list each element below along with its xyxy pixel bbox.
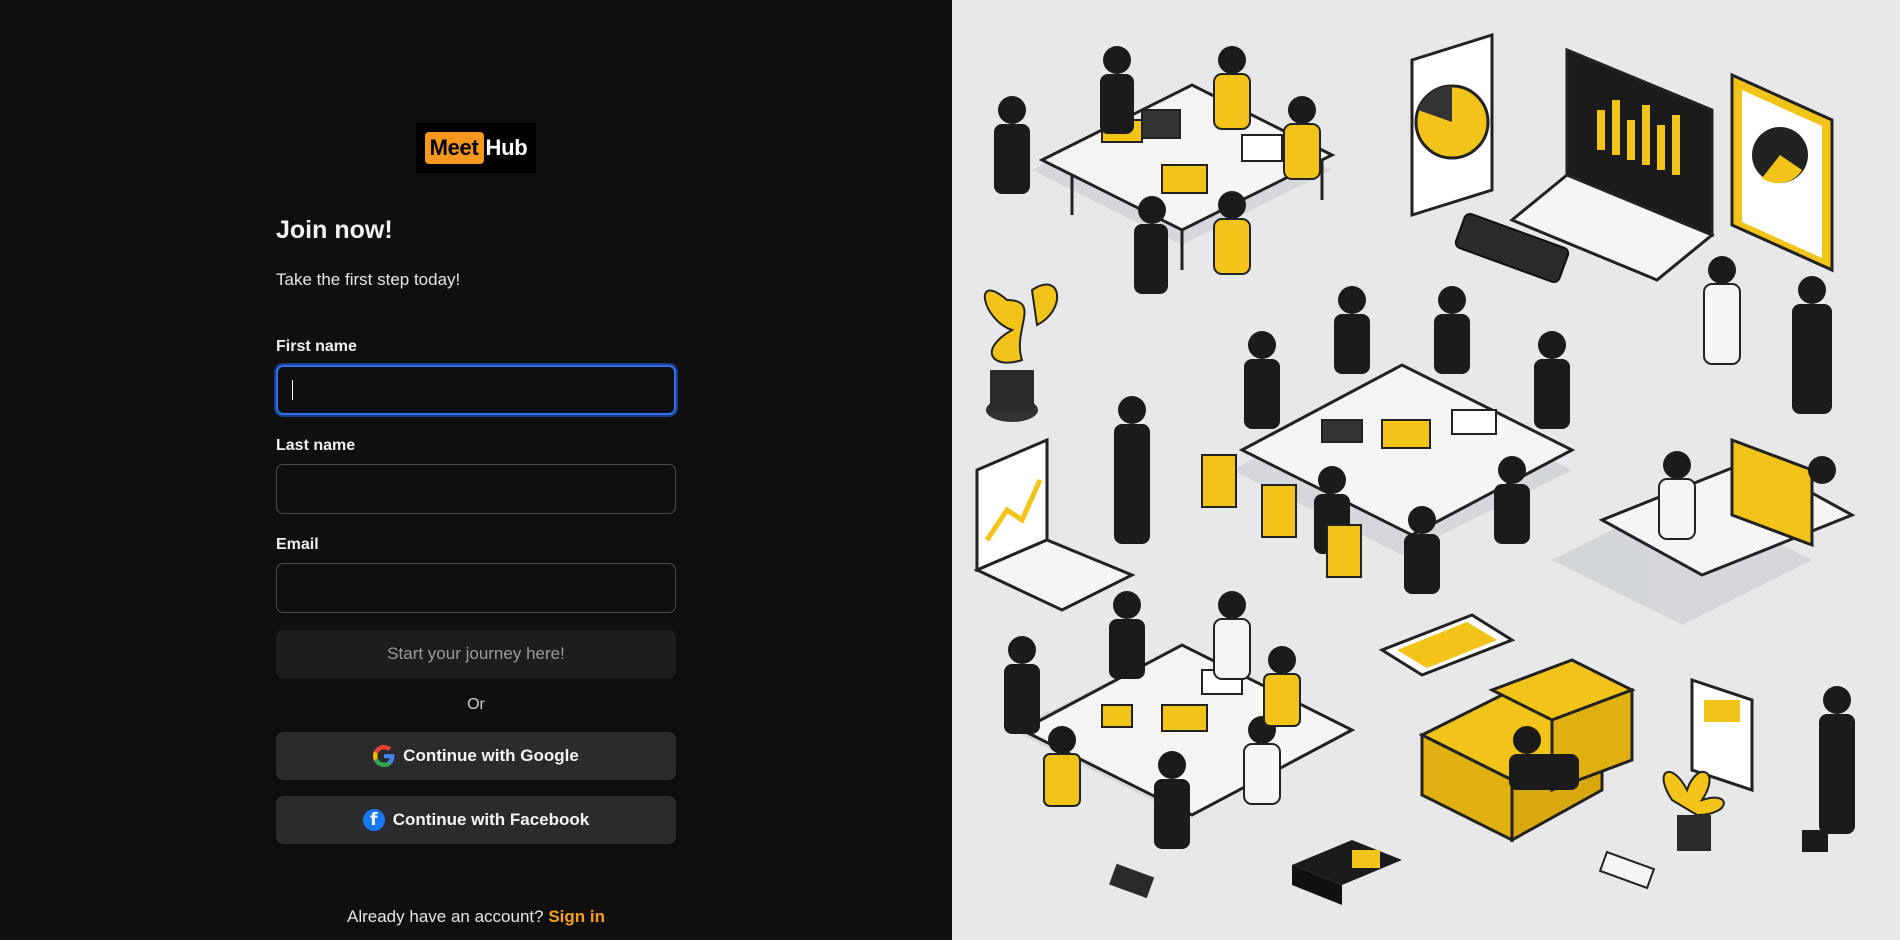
or-divider: Or: [467, 696, 485, 713]
first-name-wrap: [276, 365, 676, 437]
facebook-button-label: Continue with Facebook: [392, 810, 590, 829]
first-name-input[interactable]: [276, 365, 676, 415]
email-label: Email: [276, 536, 319, 553]
email-input[interactable]: [276, 563, 676, 613]
signin-prompt: Already have an account? Sign in: [0, 907, 952, 927]
facebook-icon: f: [362, 809, 385, 831]
google-signin-button[interactable]: Continue with Google: [276, 732, 676, 780]
signin-link[interactable]: Sign in: [548, 907, 605, 926]
last-name-input[interactable]: [276, 464, 676, 514]
signin-prompt-text: Already have an account?: [347, 907, 544, 926]
facebook-signin-button[interactable]: f Continue with Facebook: [276, 796, 676, 844]
signup-panel: Meet Hub Join now! Take the first step t…: [0, 0, 952, 940]
text-caret: [292, 380, 293, 400]
office-illustration: [952, 0, 1900, 940]
page-title: Join now!: [276, 216, 393, 244]
page-subtitle: Take the first step today!: [276, 270, 461, 289]
logo-meet: Meet: [424, 132, 484, 164]
last-name-label: Last name: [276, 437, 356, 454]
google-button-label: Continue with Google: [403, 746, 579, 765]
illustration-panel: [952, 0, 1900, 940]
first-name-label: First name: [276, 338, 357, 355]
signup-page: Meet Hub Join now! Take the first step t…: [0, 0, 1900, 940]
logo-hub: Hub: [485, 135, 528, 160]
start-journey-button[interactable]: Start your journey here!: [276, 630, 676, 678]
signup-form: Join now! Take the first step today! Fir…: [276, 216, 676, 860]
google-icon: [373, 745, 395, 767]
meethub-logo[interactable]: Meet Hub: [416, 123, 536, 173]
